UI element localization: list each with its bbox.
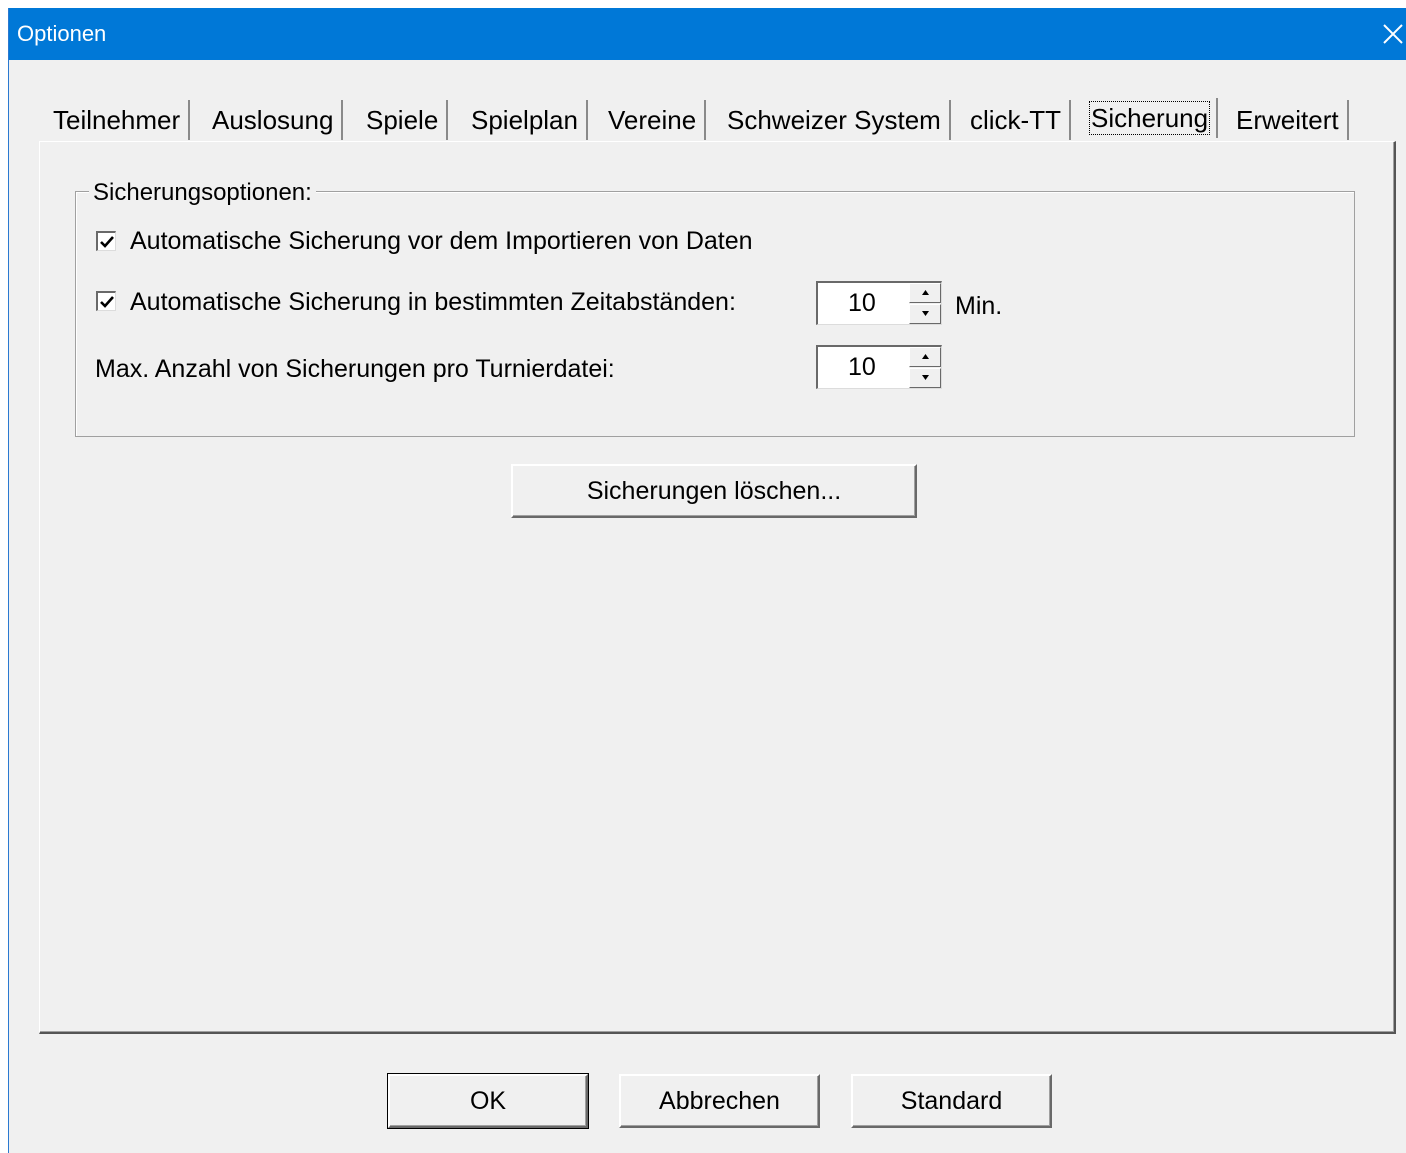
- interval-unit-label: Min.: [955, 292, 1003, 320]
- default-button[interactable]: Standard: [851, 1074, 1052, 1128]
- max-backups-spinner[interactable]: 10: [816, 345, 942, 389]
- auto-backup-import-checkbox[interactable]: [96, 231, 116, 251]
- tab-erweitert[interactable]: Erweitert: [1228, 100, 1349, 140]
- spin-buttons: [909, 347, 941, 388]
- tab-spiele[interactable]: Spiele: [358, 100, 449, 140]
- options-dialog: Optionen Teilnehmer Auslosung Spiele Spi…: [8, 8, 1406, 1153]
- checkmark-icon: [100, 236, 114, 248]
- max-backups-value[interactable]: 10: [848, 352, 876, 382]
- spin-down-button[interactable]: [909, 304, 941, 324]
- spin-up-button[interactable]: [909, 347, 941, 367]
- close-icon[interactable]: [1379, 20, 1406, 48]
- tab-sicherung[interactable]: Sicherung: [1083, 98, 1219, 138]
- group-title: Sicherungsoptionen:: [89, 178, 316, 208]
- window-title: Optionen: [17, 21, 107, 46]
- cancel-button[interactable]: Abbrechen: [619, 1074, 820, 1128]
- ok-button[interactable]: OK: [387, 1073, 589, 1129]
- spin-buttons: [909, 283, 941, 324]
- backup-interval-value[interactable]: 10: [848, 288, 876, 318]
- tab-auslosung[interactable]: Auslosung: [204, 100, 344, 140]
- auto-backup-interval-label[interactable]: Automatische Sicherung in bestimmten Zei…: [130, 287, 736, 317]
- arrow-down-icon: [922, 375, 929, 380]
- spin-up-button[interactable]: [909, 283, 941, 303]
- arrow-down-icon: [922, 311, 929, 316]
- tab-spielplan[interactable]: Spielplan: [463, 100, 588, 140]
- spin-down-button[interactable]: [909, 368, 941, 388]
- title-bar[interactable]: Optionen: [9, 8, 1406, 60]
- tab-teilnehmer[interactable]: Teilnehmer: [45, 100, 191, 140]
- tab-schweizer-system[interactable]: Schweizer System: [719, 100, 951, 140]
- tab-vereine[interactable]: Vereine: [600, 100, 707, 140]
- auto-backup-interval-checkbox[interactable]: [96, 291, 116, 311]
- tab-click-tt[interactable]: click-TT: [962, 100, 1071, 140]
- delete-backups-button[interactable]: Sicherungen löschen...: [511, 464, 917, 518]
- max-backups-label: Max. Anzahl von Sicherungen pro Turnierd…: [95, 355, 615, 383]
- arrow-up-icon: [922, 354, 929, 359]
- backup-interval-spinner[interactable]: 10: [816, 281, 942, 325]
- arrow-up-icon: [922, 290, 929, 295]
- auto-backup-import-label[interactable]: Automatische Sicherung vor dem Importier…: [130, 226, 753, 256]
- checkmark-icon: [100, 296, 114, 308]
